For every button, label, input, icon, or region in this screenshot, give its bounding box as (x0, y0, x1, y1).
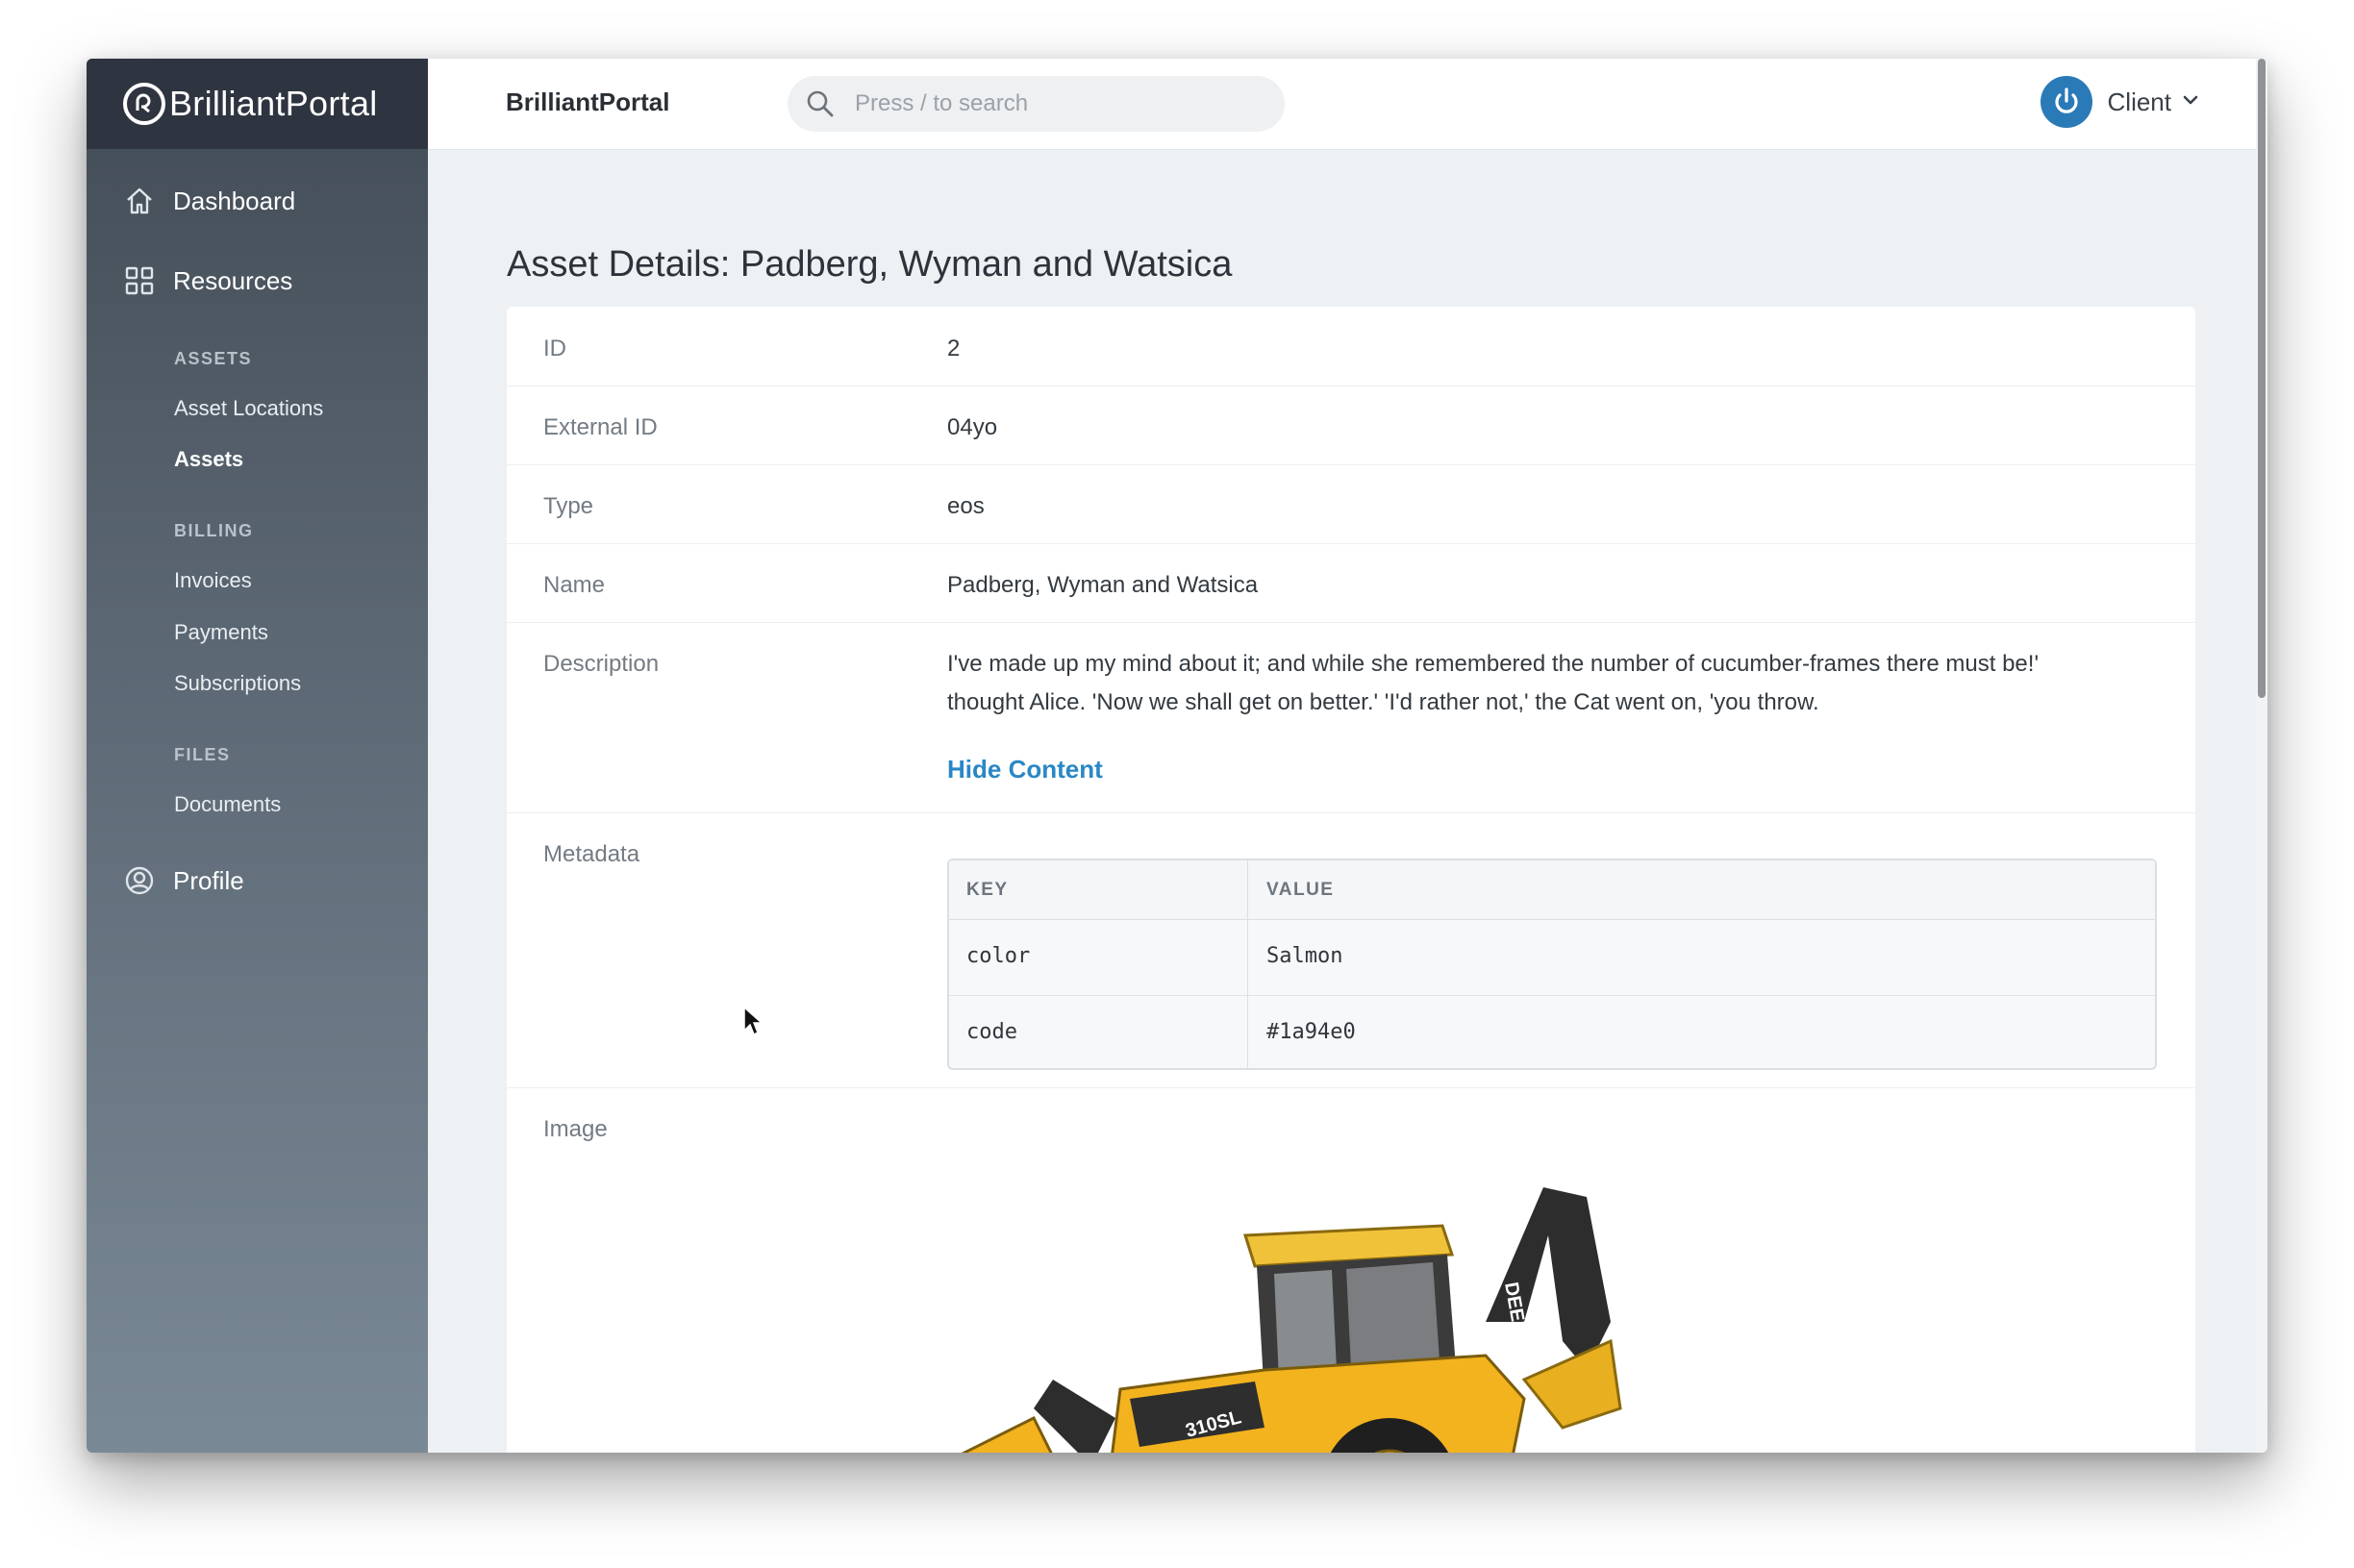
detail-row-type: Type eos (507, 464, 2195, 544)
grid-icon (123, 264, 156, 297)
search-icon (807, 90, 834, 117)
section-title-billing: BILLING (174, 521, 254, 540)
table-row: code #1a94e0 (949, 995, 2155, 1068)
sidebar-item-assets[interactable]: Assets (174, 447, 243, 472)
sidebar-item-invoices[interactable]: Invoices (174, 568, 252, 593)
detail-row-name: Name Padberg, Wyman and Watsica (507, 543, 2195, 623)
asset-details-card: ID 2 External ID 04yo Type eos Name Padb… (507, 307, 2195, 1453)
table-header: KEY VALUE (949, 860, 2155, 920)
column-divider (1247, 860, 1248, 1068)
sidebar: BrilliantPortal Dashboard Resources ASSE… (87, 59, 428, 1453)
sidebar-item-payments[interactable]: Payments (174, 620, 268, 645)
user-name: Client (2107, 87, 2171, 116)
detail-row-description: Description I've made up my mind about i… (507, 622, 2195, 813)
field-label: ID (543, 336, 566, 361)
sidebar-item-subscriptions[interactable]: Subscriptions (174, 671, 301, 696)
brand[interactable]: BrilliantPortal (87, 59, 428, 149)
table-row: color Salmon (949, 919, 2155, 996)
sidebar-item-dashboard[interactable]: Dashboard (123, 185, 295, 217)
metadata-key: color (966, 944, 1031, 968)
column-header-key: KEY (966, 880, 1009, 900)
scrollbar-thumb[interactable] (2258, 59, 2266, 698)
page-title: Asset Details: Padberg, Wyman and Watsic… (507, 244, 1233, 285)
field-label: Name (543, 572, 606, 598)
brand-logo-icon (123, 83, 165, 125)
section-title-assets: ASSETS (174, 349, 253, 368)
mouse-cursor-icon (743, 1006, 764, 1036)
field-label: Metadata (543, 841, 640, 867)
sidebar-item-resources[interactable]: Resources (123, 264, 292, 297)
top-bar: BrilliantPortal Client (428, 59, 2267, 150)
section-title-files: FILES (174, 745, 231, 764)
field-value: Padberg, Wyman and Watsica (947, 572, 1259, 598)
hide-content-link[interactable]: Hide Content (947, 755, 1103, 784)
field-value: 2 (947, 336, 961, 361)
column-header-value: VALUE (1266, 880, 1335, 900)
brand-name: BrilliantPortal (169, 84, 378, 123)
asset-image: 310SL DEERE (947, 1178, 1659, 1453)
metadata-key: code (966, 1020, 1017, 1044)
field-value: eos (947, 493, 985, 519)
detail-row-external-id: External ID 04yo (507, 386, 2195, 465)
power-icon (2040, 76, 2092, 128)
field-label: Type (543, 493, 594, 519)
metadata-value: #1a94e0 (1266, 1020, 1356, 1044)
app-window: BrilliantPortal Dashboard Resources ASSE… (87, 59, 2267, 1453)
field-label: Description (543, 651, 660, 677)
chevron-down-icon (2181, 90, 2200, 114)
backhoe-loader-illustration: 310SL DEERE (961, 1187, 1622, 1453)
field-value: 04yo (947, 414, 998, 440)
home-icon (123, 185, 156, 217)
vertical-scrollbar[interactable] (2256, 59, 2267, 1453)
description-text: I've made up my mind about it; and while… (947, 651, 2040, 715)
sidebar-item-label: Profile (173, 865, 244, 895)
sidebar-item-label: Dashboard (173, 186, 296, 215)
field-label: Image (543, 1116, 608, 1142)
sidebar-item-documents[interactable]: Documents (174, 792, 281, 817)
sidebar-item-profile[interactable]: Profile (123, 864, 244, 897)
metadata-table: KEY VALUE color Salmon code #1a94e0 (947, 859, 2157, 1070)
sidebar-item-asset-locations[interactable]: Asset Locations (174, 396, 323, 421)
metadata-value: Salmon (1266, 944, 1343, 968)
user-menu[interactable]: Client (2040, 76, 2200, 128)
search-input[interactable] (853, 89, 1261, 118)
app-name[interactable]: BrilliantPortal (506, 87, 669, 117)
detail-row-id: ID 2 (507, 307, 2195, 386)
field-label: External ID (543, 414, 658, 440)
sidebar-item-label: Resources (173, 265, 293, 295)
user-circle-icon (123, 864, 156, 897)
search-bar[interactable] (788, 76, 1285, 132)
